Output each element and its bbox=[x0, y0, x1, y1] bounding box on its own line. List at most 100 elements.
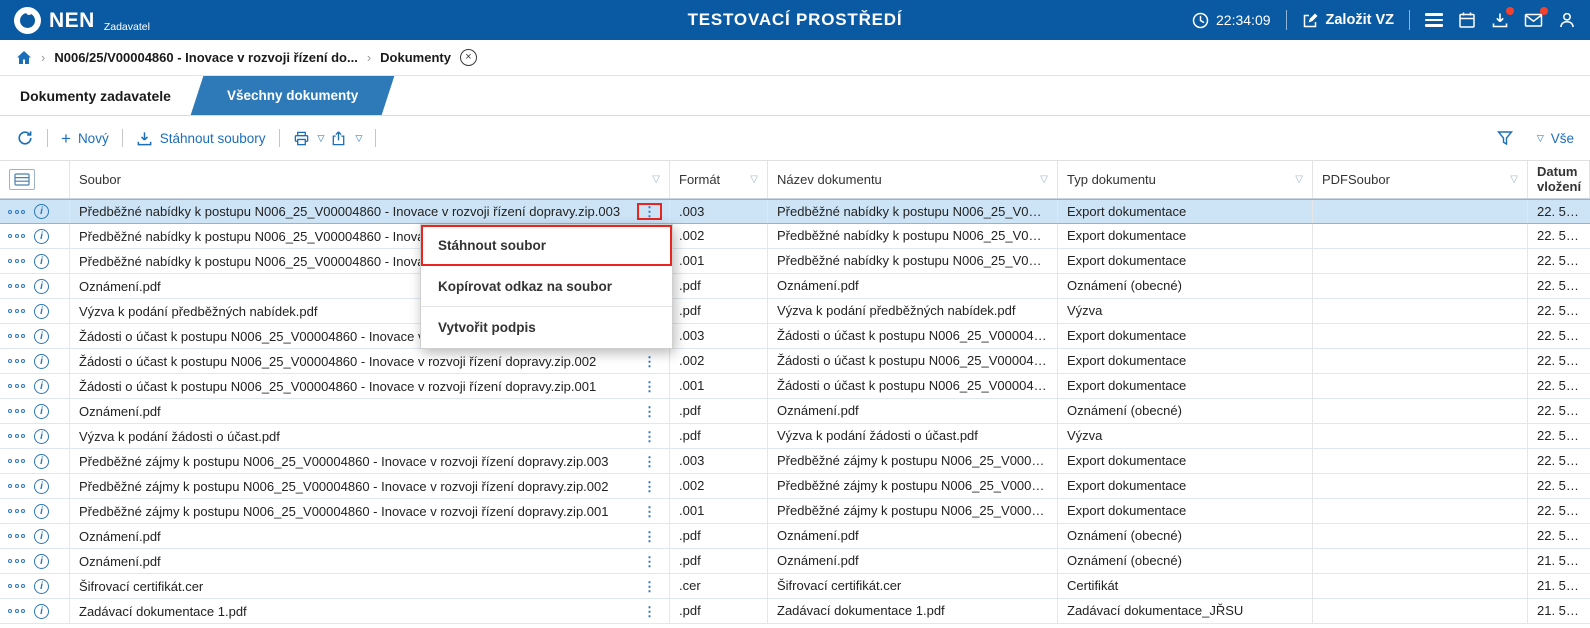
row-actions-icon[interactable] bbox=[8, 359, 25, 363]
row-actions-icon[interactable] bbox=[8, 209, 25, 214]
info-icon[interactable]: i bbox=[34, 603, 49, 619]
row-actions-icon[interactable] bbox=[8, 459, 25, 463]
table-row[interactable]: i Předběžné nabídky k postupu N006_25_V0… bbox=[0, 249, 1590, 274]
create-vz-button[interactable]: Založit VZ bbox=[1302, 12, 1394, 29]
view-select[interactable]: ▽ Vše bbox=[1536, 131, 1574, 146]
row-actions-icon[interactable] bbox=[8, 259, 25, 263]
row-menu-icon[interactable]: ⋮ bbox=[639, 430, 660, 443]
print-button[interactable]: ▽ bbox=[293, 130, 324, 147]
table-row[interactable]: i Výzva k podání předběžných nabídek.pdf… bbox=[0, 299, 1590, 324]
table-row[interactable]: i Předběžné zájmy k postupu N006_25_V000… bbox=[0, 499, 1590, 524]
context-menu-item[interactable]: Vytvořit podpis bbox=[421, 307, 672, 348]
row-menu-icon[interactable]: ⋮ bbox=[639, 480, 660, 493]
row-menu-icon[interactable]: ⋮ bbox=[639, 555, 660, 568]
info-icon[interactable]: i bbox=[34, 453, 49, 469]
info-icon[interactable]: i bbox=[34, 578, 49, 594]
table-row[interactable]: i Žádosti o účast k postupu N006_25_V000… bbox=[0, 349, 1590, 374]
column-header-nazev[interactable]: Název dokumentu ▽ bbox=[768, 161, 1058, 198]
row-actions-icon[interactable] bbox=[8, 484, 25, 488]
info-icon[interactable]: i bbox=[34, 278, 49, 294]
file-name: Zadávací dokumentace 1.pdf bbox=[79, 603, 247, 619]
info-icon[interactable]: i bbox=[34, 528, 49, 544]
filter-button[interactable] bbox=[1496, 129, 1514, 147]
breadcrumb-procedure[interactable]: N006/25/V00004860 - Inovace v rozvoji ří… bbox=[54, 50, 357, 65]
messages-button[interactable] bbox=[1524, 7, 1548, 29]
info-icon[interactable]: i bbox=[34, 478, 49, 494]
profile-button[interactable] bbox=[1558, 11, 1576, 29]
home-icon[interactable] bbox=[16, 50, 32, 65]
row-menu-icon[interactable]: ⋮ bbox=[639, 530, 660, 543]
info-icon[interactable]: i bbox=[34, 328, 49, 344]
table-row[interactable]: i Žádosti o účast k postupu N006_25_V000… bbox=[0, 324, 1590, 349]
menu-button[interactable] bbox=[1425, 13, 1443, 27]
filter-icon[interactable]: ▽ bbox=[648, 174, 660, 185]
row-menu-icon[interactable]: ⋮ bbox=[639, 355, 660, 368]
tab-vsechny-dokumenty[interactable]: Všechny dokumenty bbox=[190, 76, 395, 115]
table-row[interactable]: i Předběžné nabídky k postupu N006_25_V0… bbox=[0, 224, 1590, 249]
context-menu-item[interactable]: Stáhnout soubor bbox=[421, 225, 672, 266]
column-header-datum[interactable]: Datum vložení bbox=[1528, 161, 1590, 198]
column-chooser-button[interactable] bbox=[9, 169, 35, 190]
row-actions-icon[interactable] bbox=[8, 584, 25, 588]
info-icon[interactable]: i bbox=[34, 503, 49, 519]
downloads-button[interactable] bbox=[1491, 7, 1514, 29]
table-row[interactable]: i Předběžné zájmy k postupu N006_25_V000… bbox=[0, 474, 1590, 499]
info-icon[interactable]: i bbox=[34, 378, 49, 394]
info-icon[interactable]: i bbox=[34, 253, 49, 269]
calendar-button[interactable] bbox=[1458, 11, 1476, 29]
download-files-button[interactable]: Stáhnout soubory bbox=[136, 130, 266, 147]
table-row[interactable]: i Výzva k podání žádosti o účast.pdf ⋮ .… bbox=[0, 424, 1590, 449]
info-icon[interactable]: i bbox=[34, 428, 49, 444]
tab-dokumenty-zadavatele[interactable]: Dokumenty zadavatele bbox=[14, 76, 197, 115]
table-row[interactable]: i Oznámení.pdf ⋮ .pdf Oznámení.pdf Oznám… bbox=[0, 549, 1590, 574]
info-icon[interactable]: i bbox=[34, 353, 49, 369]
row-actions-icon[interactable] bbox=[8, 609, 25, 613]
filter-icon[interactable]: ▽ bbox=[1506, 174, 1518, 185]
table-row[interactable]: i Zadávací dokumentace 1.pdf ⋮ .pdf Zadá… bbox=[0, 599, 1590, 624]
refresh-button[interactable] bbox=[16, 129, 34, 147]
table-row[interactable]: i Oznámení.pdf ⋮ .pdf Oznámení.pdf Oznám… bbox=[0, 524, 1590, 549]
close-page-icon[interactable]: × bbox=[459, 49, 477, 66]
file-name: Oznámení.pdf bbox=[79, 403, 161, 419]
row-menu-icon[interactable]: ⋮ bbox=[639, 380, 660, 393]
table-row[interactable]: i Oznámení.pdf ⋮ .pdf Oznámení.pdf Oznám… bbox=[0, 274, 1590, 299]
column-header-format[interactable]: Formát ▽ bbox=[670, 161, 768, 198]
row-actions-icon[interactable] bbox=[8, 384, 25, 388]
info-icon[interactable]: i bbox=[34, 553, 49, 569]
row-actions-icon[interactable] bbox=[8, 434, 25, 438]
row-actions-icon[interactable] bbox=[8, 534, 25, 538]
row-menu-icon[interactable]: ⋮ bbox=[639, 455, 660, 468]
info-icon[interactable]: i bbox=[34, 403, 49, 419]
row-actions-icon[interactable] bbox=[8, 409, 25, 413]
info-icon[interactable]: i bbox=[34, 204, 49, 219]
row-menu-icon[interactable]: ⋮ bbox=[639, 505, 660, 518]
row-actions-icon[interactable] bbox=[8, 509, 25, 513]
filter-icon[interactable]: ▽ bbox=[1036, 174, 1048, 185]
filter-icon[interactable]: ▽ bbox=[746, 174, 758, 185]
column-header-pdfsoubor[interactable]: PDFSoubor ▽ bbox=[1313, 161, 1528, 198]
row-actions-icon[interactable] bbox=[8, 559, 25, 563]
table-row[interactable]: i Oznámení.pdf ⋮ .pdf Oznámení.pdf Oznám… bbox=[0, 399, 1590, 424]
row-menu-icon[interactable]: ⋮ bbox=[639, 580, 660, 593]
filter-icon[interactable]: ▽ bbox=[1291, 174, 1303, 185]
table-row[interactable]: i Šifrovací certifikát.cer ⋮ .cer Šifrov… bbox=[0, 574, 1590, 599]
row-actions-icon[interactable] bbox=[8, 334, 25, 338]
table-row[interactable]: i Předběžné nabídky k postupu N006_25_V0… bbox=[0, 199, 1590, 224]
table-row[interactable]: i Žádosti o účast k postupu N006_25_V000… bbox=[0, 374, 1590, 399]
new-button[interactable]: + Nový bbox=[61, 130, 109, 147]
table-row[interactable]: i Předběžné zájmy k postupu N006_25_V000… bbox=[0, 449, 1590, 474]
file-format: .001 bbox=[670, 249, 768, 273]
row-menu-icon[interactable]: ⋮ bbox=[639, 605, 660, 618]
context-menu-item[interactable]: Kopírovat odkaz na soubor bbox=[421, 266, 672, 307]
row-actions-icon[interactable] bbox=[8, 234, 25, 238]
row-menu-icon[interactable]: ⋮ bbox=[637, 203, 662, 220]
export-button[interactable]: ▽ bbox=[330, 130, 362, 147]
row-actions-icon[interactable] bbox=[8, 284, 25, 288]
row-actions-icon[interactable] bbox=[8, 309, 25, 313]
column-header-typ[interactable]: Typ dokumentu ▽ bbox=[1058, 161, 1313, 198]
info-icon[interactable]: i bbox=[34, 228, 49, 244]
info-icon[interactable]: i bbox=[34, 303, 49, 319]
row-menu-icon[interactable]: ⋮ bbox=[639, 405, 660, 418]
nen-logo[interactable]: NEN Zadavatel bbox=[14, 6, 150, 34]
column-header-soubor[interactable]: Soubor ▽ bbox=[70, 161, 670, 198]
